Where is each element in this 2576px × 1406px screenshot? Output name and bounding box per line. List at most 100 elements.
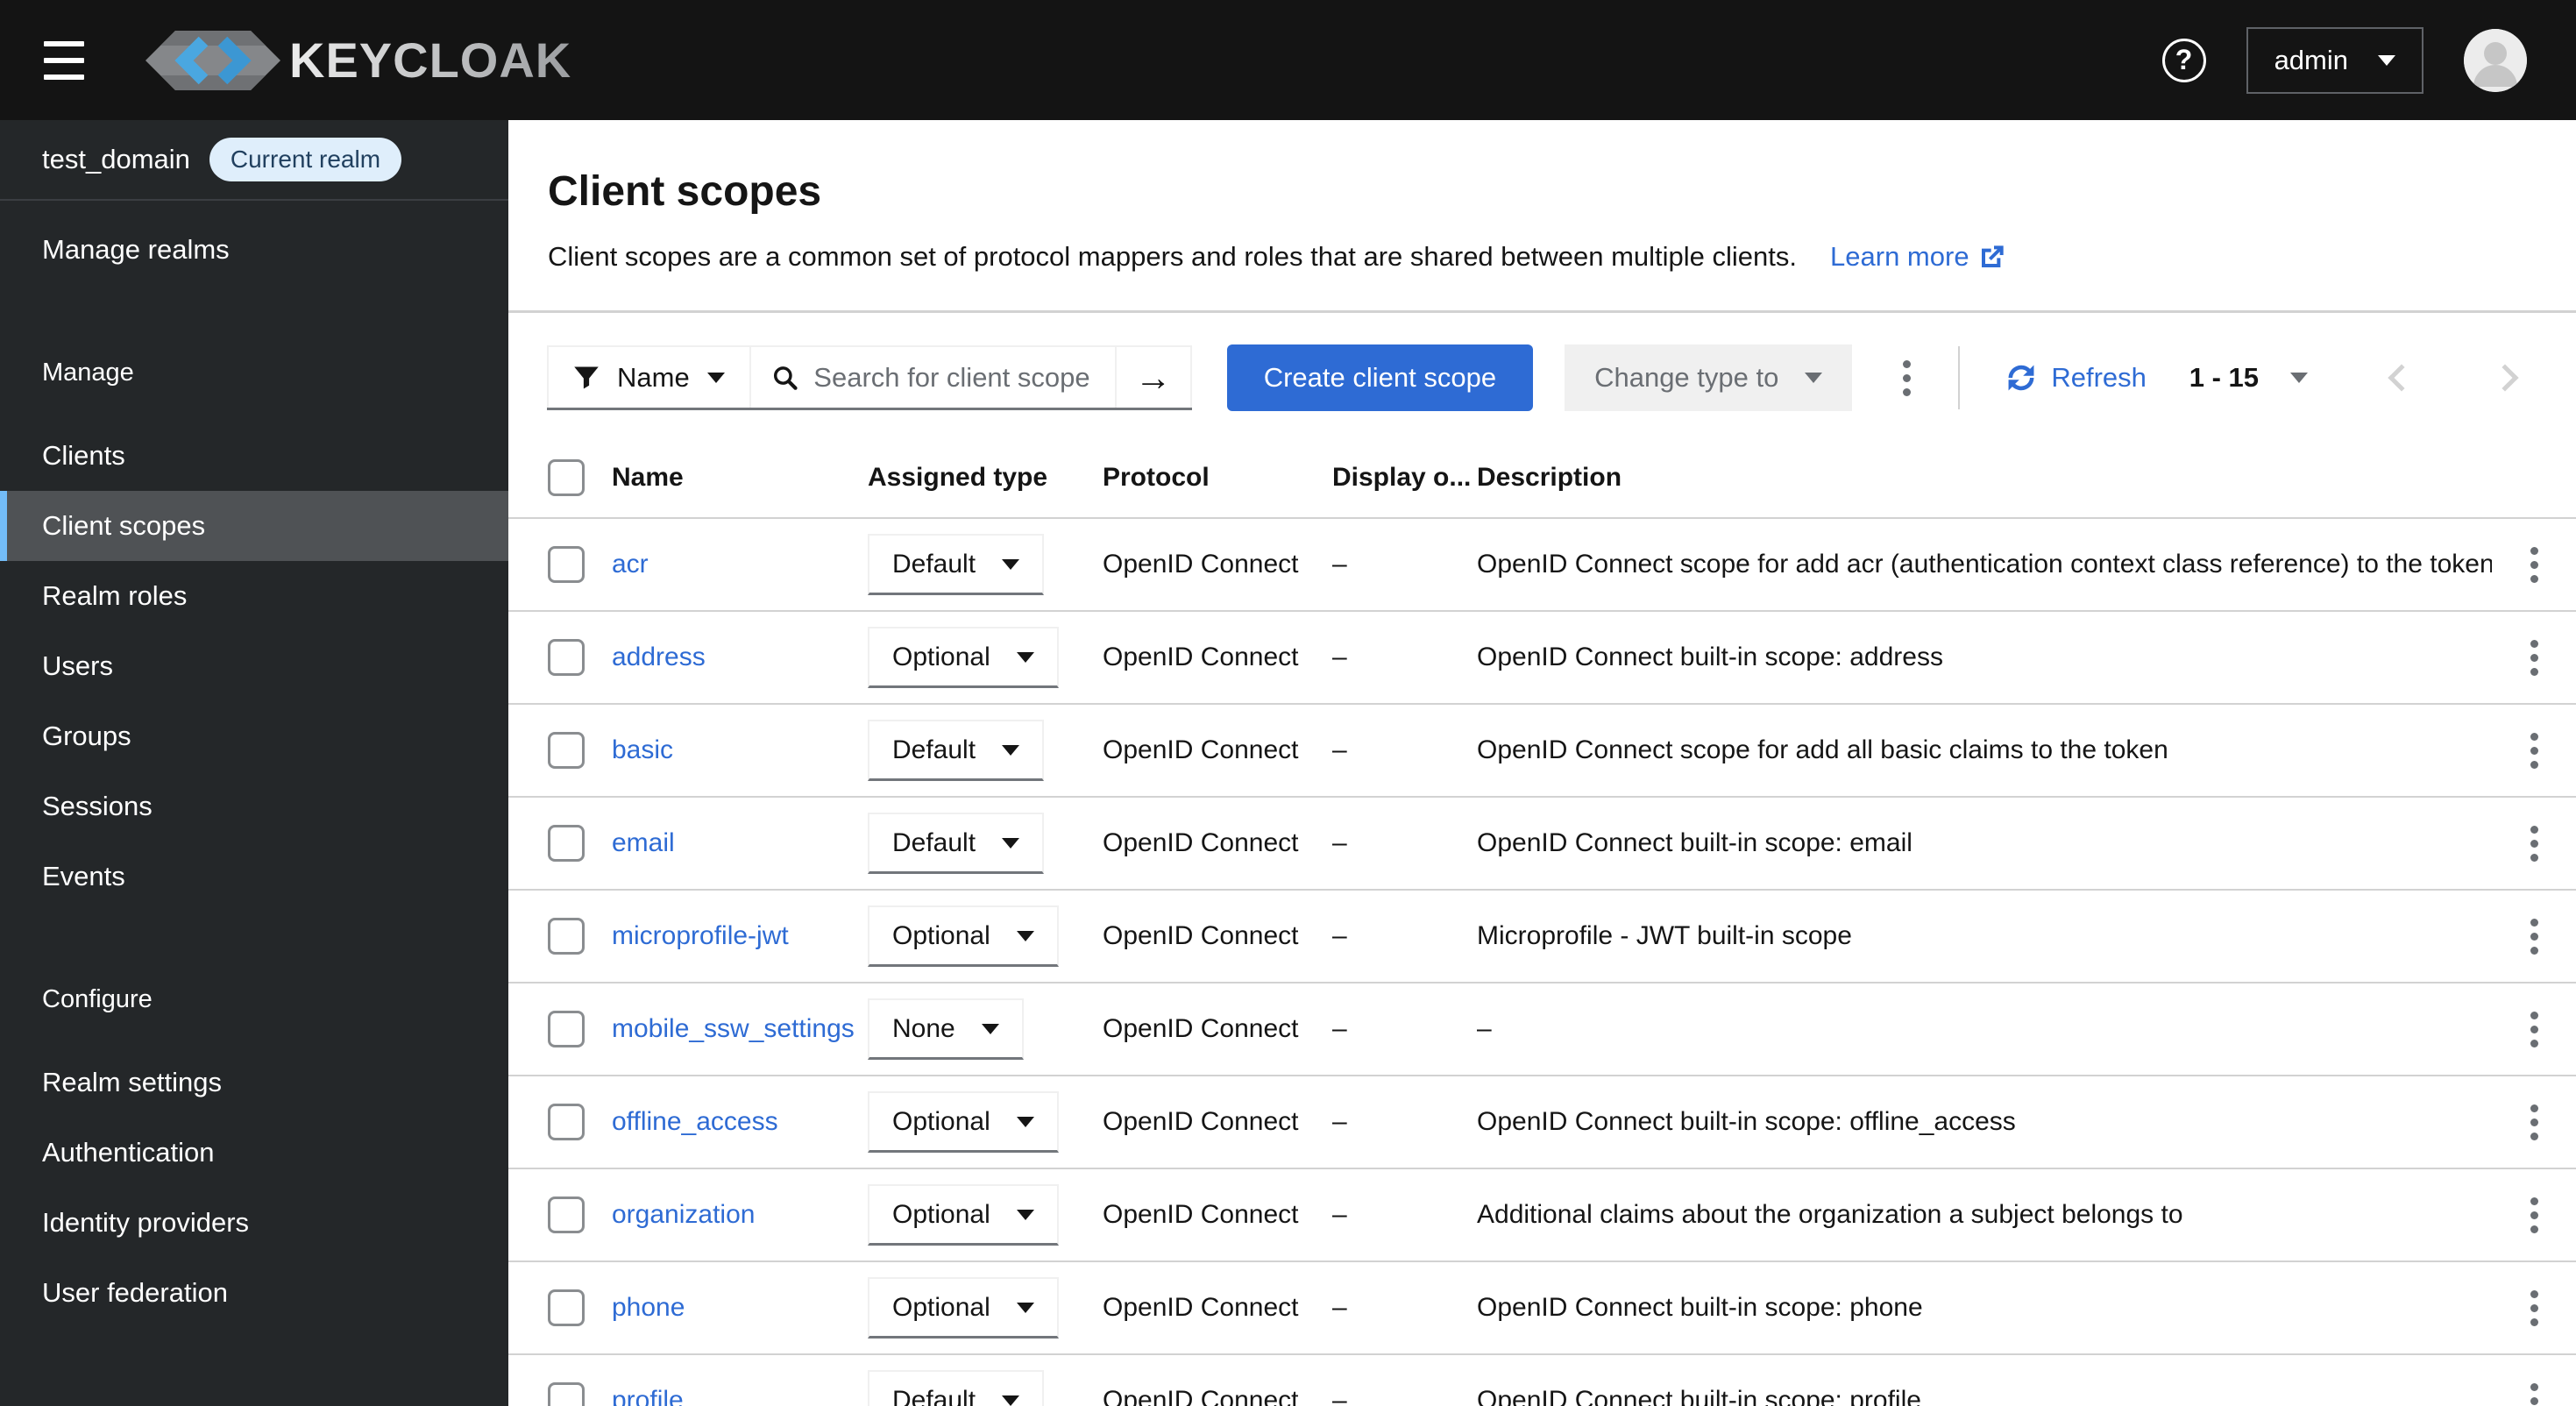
assigned-type-select[interactable]: Optional: [868, 1091, 1059, 1153]
row-checkbox[interactable]: [548, 1289, 585, 1326]
toolbar-kebab-menu[interactable]: [1894, 352, 1920, 405]
table-row: offline_access Optional OpenID Connect –…: [508, 1076, 2576, 1169]
keycloak-logo-mark-icon: [145, 30, 280, 90]
row-checkbox[interactable]: [548, 1104, 585, 1140]
row-kebab-menu[interactable]: [2492, 538, 2576, 592]
table-header-row: Name Assigned type Protocol Display o...…: [508, 437, 2576, 519]
user-menu-dropdown[interactable]: admin: [2246, 26, 2423, 94]
assigned-type-select[interactable]: None: [868, 998, 1024, 1060]
client-scope-name-link[interactable]: microprofile-jwt: [612, 921, 789, 950]
sidebar-item-events[interactable]: Events: [0, 841, 508, 912]
sidebar-item-sessions[interactable]: Sessions: [0, 771, 508, 841]
refresh-button[interactable]: Refresh: [2004, 360, 2147, 395]
change-type-dropdown[interactable]: Change type to: [1565, 344, 1853, 411]
caret-down-icon: [1016, 1209, 1034, 1220]
column-header-name[interactable]: Name: [612, 437, 868, 519]
protocol-value: OpenID Connect: [1103, 1200, 1299, 1229]
help-icon[interactable]: ?: [2161, 38, 2206, 82]
client-scope-name-link[interactable]: email: [612, 828, 675, 857]
assigned-type-select[interactable]: Default: [868, 720, 1045, 781]
caret-down-icon: [981, 1023, 999, 1034]
search-submit-button[interactable]: →: [1114, 345, 1192, 408]
assigned-type-select[interactable]: Optional: [868, 1184, 1059, 1246]
row-kebab-menu[interactable]: [2492, 910, 2576, 963]
assigned-type-value: Optional: [892, 1199, 990, 1229]
row-checkbox[interactable]: [548, 1382, 585, 1406]
row-kebab-menu[interactable]: [2492, 724, 2576, 778]
assigned-type-select[interactable]: Default: [868, 1370, 1045, 1406]
client-scope-name-link[interactable]: organization: [612, 1200, 755, 1229]
row-checkbox[interactable]: [548, 825, 585, 862]
row-kebab-menu[interactable]: [2492, 1189, 2576, 1242]
row-kebab-menu[interactable]: [2492, 1003, 2576, 1056]
sidebar-item-manage-realms[interactable]: Manage realms: [0, 215, 508, 285]
select-all-checkbox[interactable]: [548, 458, 585, 496]
sidebar-item-authentication[interactable]: Authentication: [0, 1118, 508, 1188]
row-checkbox[interactable]: [548, 918, 585, 955]
create-client-scope-button[interactable]: Create client scope: [1226, 344, 1534, 411]
sidebar-item-client-scopes[interactable]: Client scopes: [0, 491, 508, 561]
pagination-options-caret-icon[interactable]: [2290, 373, 2308, 383]
sidebar-item-user-federation[interactable]: User federation: [0, 1258, 508, 1328]
sidebar-item-realm-roles[interactable]: Realm roles: [0, 561, 508, 631]
client-scope-name-link[interactable]: basic: [612, 735, 673, 764]
search-box: [750, 345, 1115, 408]
table-row: microprofile-jwt Optional OpenID Connect…: [508, 890, 2576, 983]
hamburger-menu-icon[interactable]: [44, 40, 84, 80]
sidebar-item-realm-settings[interactable]: Realm settings: [0, 1047, 508, 1118]
column-header-protocol: Protocol: [1103, 437, 1332, 519]
assigned-type-value: Optional: [892, 642, 990, 671]
row-kebab-menu[interactable]: [2492, 817, 2576, 870]
realm-selector[interactable]: test_domain Current realm: [0, 120, 508, 201]
table-row: mobile_ssw_settings None OpenID Connect …: [508, 983, 2576, 1076]
client-scope-name-link[interactable]: mobile_ssw_settings: [612, 1014, 855, 1043]
chevron-left-icon[interactable]: [2388, 364, 2416, 392]
row-kebab-menu[interactable]: [2492, 631, 2576, 685]
protocol-value: OpenID Connect: [1103, 643, 1299, 671]
page-header: Client scopes Client scopes are a common…: [508, 120, 2576, 313]
column-header-description: Description: [1477, 437, 2492, 519]
row-checkbox[interactable]: [548, 1197, 585, 1233]
filter-type-label: Name: [617, 361, 690, 393]
brand-title: KEYCLOAK: [289, 32, 572, 88]
description-value: –: [1477, 1014, 1492, 1043]
toolbar-divider: [1958, 346, 1961, 409]
display-order-value: –: [1332, 828, 1347, 857]
assigned-type-select[interactable]: Optional: [868, 905, 1059, 967]
sidebar-item-groups[interactable]: Groups: [0, 701, 508, 771]
caret-down-icon: [1002, 1395, 1020, 1406]
row-kebab-menu[interactable]: [2492, 1096, 2576, 1149]
sidebar-item-clients[interactable]: Clients: [0, 421, 508, 491]
learn-more-link[interactable]: Learn more: [1830, 239, 2006, 274]
assigned-type-select[interactable]: Optional: [868, 1277, 1059, 1339]
client-scope-name-link[interactable]: phone: [612, 1293, 685, 1322]
client-scope-name-link[interactable]: acr: [612, 550, 649, 579]
row-checkbox[interactable]: [548, 546, 585, 583]
assigned-type-value: Optional: [892, 1106, 990, 1136]
display-order-value: –: [1332, 1200, 1347, 1229]
assigned-type-select[interactable]: Default: [868, 534, 1045, 595]
filter-type-dropdown[interactable]: Name: [547, 345, 751, 408]
table-row: organization Optional OpenID Connect – A…: [508, 1168, 2576, 1262]
display-order-value: –: [1332, 1386, 1347, 1406]
assigned-type-select[interactable]: Default: [868, 813, 1045, 874]
avatar[interactable]: [2464, 28, 2527, 92]
row-checkbox[interactable]: [548, 732, 585, 769]
assigned-type-select[interactable]: Optional: [868, 627, 1059, 688]
search-input[interactable]: [813, 361, 1094, 394]
chevron-right-icon[interactable]: [2491, 364, 2519, 392]
display-order-value: –: [1332, 735, 1347, 764]
sidebar-nav-configure: Realm settings Authentication Identity pro…: [0, 1047, 508, 1328]
sidebar-item-identity-providers[interactable]: Identity providers: [0, 1188, 508, 1258]
client-scope-name-link[interactable]: profile: [612, 1386, 684, 1406]
row-kebab-menu[interactable]: [2492, 1282, 2576, 1335]
row-checkbox[interactable]: [548, 1011, 585, 1047]
display-order-value: –: [1332, 550, 1347, 579]
client-scope-name-link[interactable]: address: [612, 643, 706, 671]
sidebar-item-users[interactable]: Users: [0, 631, 508, 701]
description-value: OpenID Connect built-in scope: offline_a…: [1477, 1107, 2016, 1136]
client-scope-name-link[interactable]: offline_access: [612, 1107, 778, 1136]
row-checkbox[interactable]: [548, 639, 585, 676]
row-kebab-menu[interactable]: [2492, 1374, 2576, 1406]
change-type-label: Change type to: [1594, 362, 1779, 393]
